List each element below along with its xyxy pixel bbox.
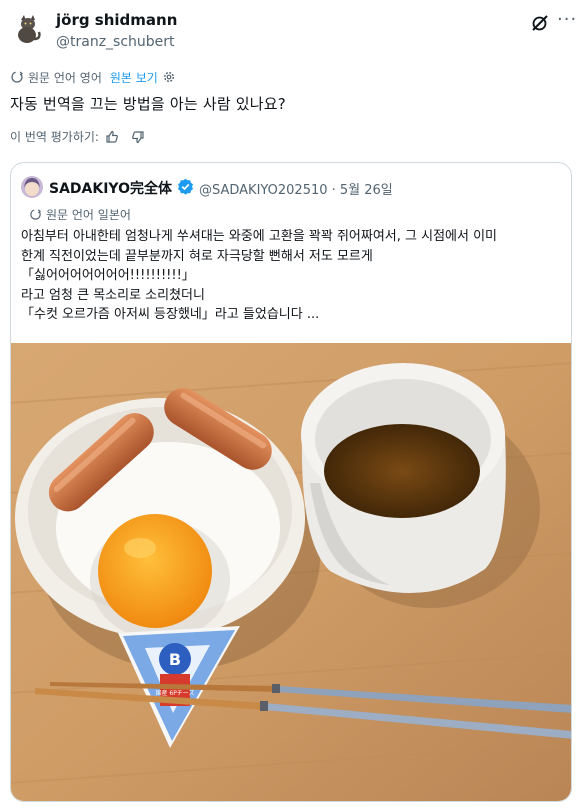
quoted-translation-bar: 원문 언어 일본어 — [29, 206, 131, 223]
translate-icon — [11, 71, 23, 83]
cheese-letter: B — [169, 650, 181, 669]
quoted-line: 아침부터 아내한테 엄청나게 쑤셔대는 와중에 고환을 꽉꽉 쥐어짜여서, 그 … — [21, 229, 498, 244]
rate-translation-label: 이 번역 평가하기: — [10, 130, 99, 144]
more-icon[interactable]: ··· — [557, 9, 577, 30]
rate-translation: 이 번역 평가하기: — [10, 128, 145, 145]
quoted-line: 「싫어어어어어어어!!!!!!!!!!」 — [21, 268, 195, 284]
translate-icon — [30, 209, 42, 220]
gear-icon[interactable] — [162, 70, 176, 84]
translation-source-label: 원문 언어 영어 — [28, 70, 102, 85]
food-photo[interactable]: B 国産 6Pチーズ — [11, 343, 571, 801]
quoted-line: 라고 엄청 큰 목소리로 소리쳤더니 — [21, 287, 205, 303]
thumbs-down-icon[interactable] — [131, 130, 145, 144]
quoted-handle-date[interactable]: @SADAKIYO202510 · 5월 26일 — [199, 179, 393, 198]
author-handle[interactable]: @tranz_schubert — [56, 34, 175, 50]
author-name[interactable]: jörg shidmann — [56, 11, 177, 29]
cheese-label: 国産 6Pチーズ — [155, 689, 194, 697]
quoted-line: 「수컷 오르가즘 아저씨 등장했네」라고 들었습니다 ... — [21, 307, 320, 323]
egg-yolk — [98, 514, 212, 628]
show-original-link[interactable]: 원본 보기 — [110, 69, 158, 86]
quoted-avatar[interactable] — [21, 176, 43, 198]
quoted-tweet[interactable]: SADAKIYO完全体 @SADAKIYO202510 · 5월 26일 원문 … — [10, 162, 572, 802]
tweet-text: 자동 번역을 끄는 방법을 아는 사람 있나요? — [10, 95, 286, 113]
thumbs-up-icon[interactable] — [105, 130, 119, 144]
quoted-text: 아침부터 아내한테 엄청나게 쑤셔대는 와중에 고환을 꽉꽉 쥐어짜여서, 그 … — [21, 227, 566, 325]
quoted-author-name[interactable]: SADAKIYO完全体 — [49, 178, 172, 198]
translation-bar: 원문 언어 영어 원본 보기 — [10, 68, 176, 86]
tweet: jörg shidmann @tranz_schubert ··· 원문 언어 … — [0, 0, 584, 808]
quoted-translation-label: 원문 언어 일본어 — [46, 208, 131, 222]
cat-avatar-icon[interactable] — [12, 12, 44, 44]
tea-cup — [301, 363, 506, 593]
quoted-line: 한계 직전이었는데 끝부분까지 혀로 자극당할 뻔해서 저도 모르게 — [21, 248, 373, 264]
verified-badge-icon — [177, 178, 194, 195]
grok-icon[interactable] — [530, 13, 550, 33]
